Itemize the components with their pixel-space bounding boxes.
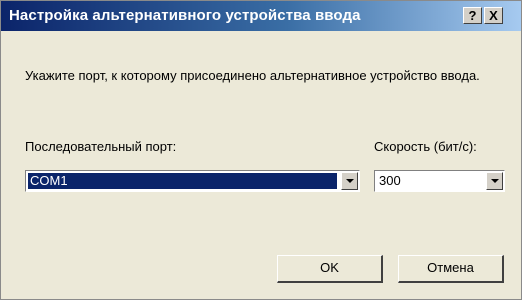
port-selected-value: COM1 xyxy=(28,173,337,189)
speed-dropdown-arrow-icon[interactable] xyxy=(486,172,503,190)
close-button[interactable]: X xyxy=(484,7,503,24)
port-combobox[interactable]: COM1 xyxy=(25,170,360,192)
ok-button[interactable]: OK xyxy=(277,255,383,283)
title-bar: Настройка альтернативного устройства вво… xyxy=(1,1,521,31)
instruction-text: Укажите порт, к которому присоединено ал… xyxy=(25,68,480,83)
speed-combobox[interactable]: 300 xyxy=(374,170,505,192)
port-dropdown-arrow-icon[interactable] xyxy=(341,172,358,190)
help-button[interactable]: ? xyxy=(463,7,482,24)
speed-label: Скорость (бит/с): xyxy=(374,139,477,154)
cancel-button[interactable]: Отмена xyxy=(398,255,504,283)
port-label: Последовательный порт: xyxy=(25,139,177,154)
window-title: Настройка альтернативного устройства вво… xyxy=(9,7,361,24)
speed-selected-value: 300 xyxy=(379,173,401,188)
dialog-window: Настройка альтернативного устройства вво… xyxy=(0,0,522,300)
